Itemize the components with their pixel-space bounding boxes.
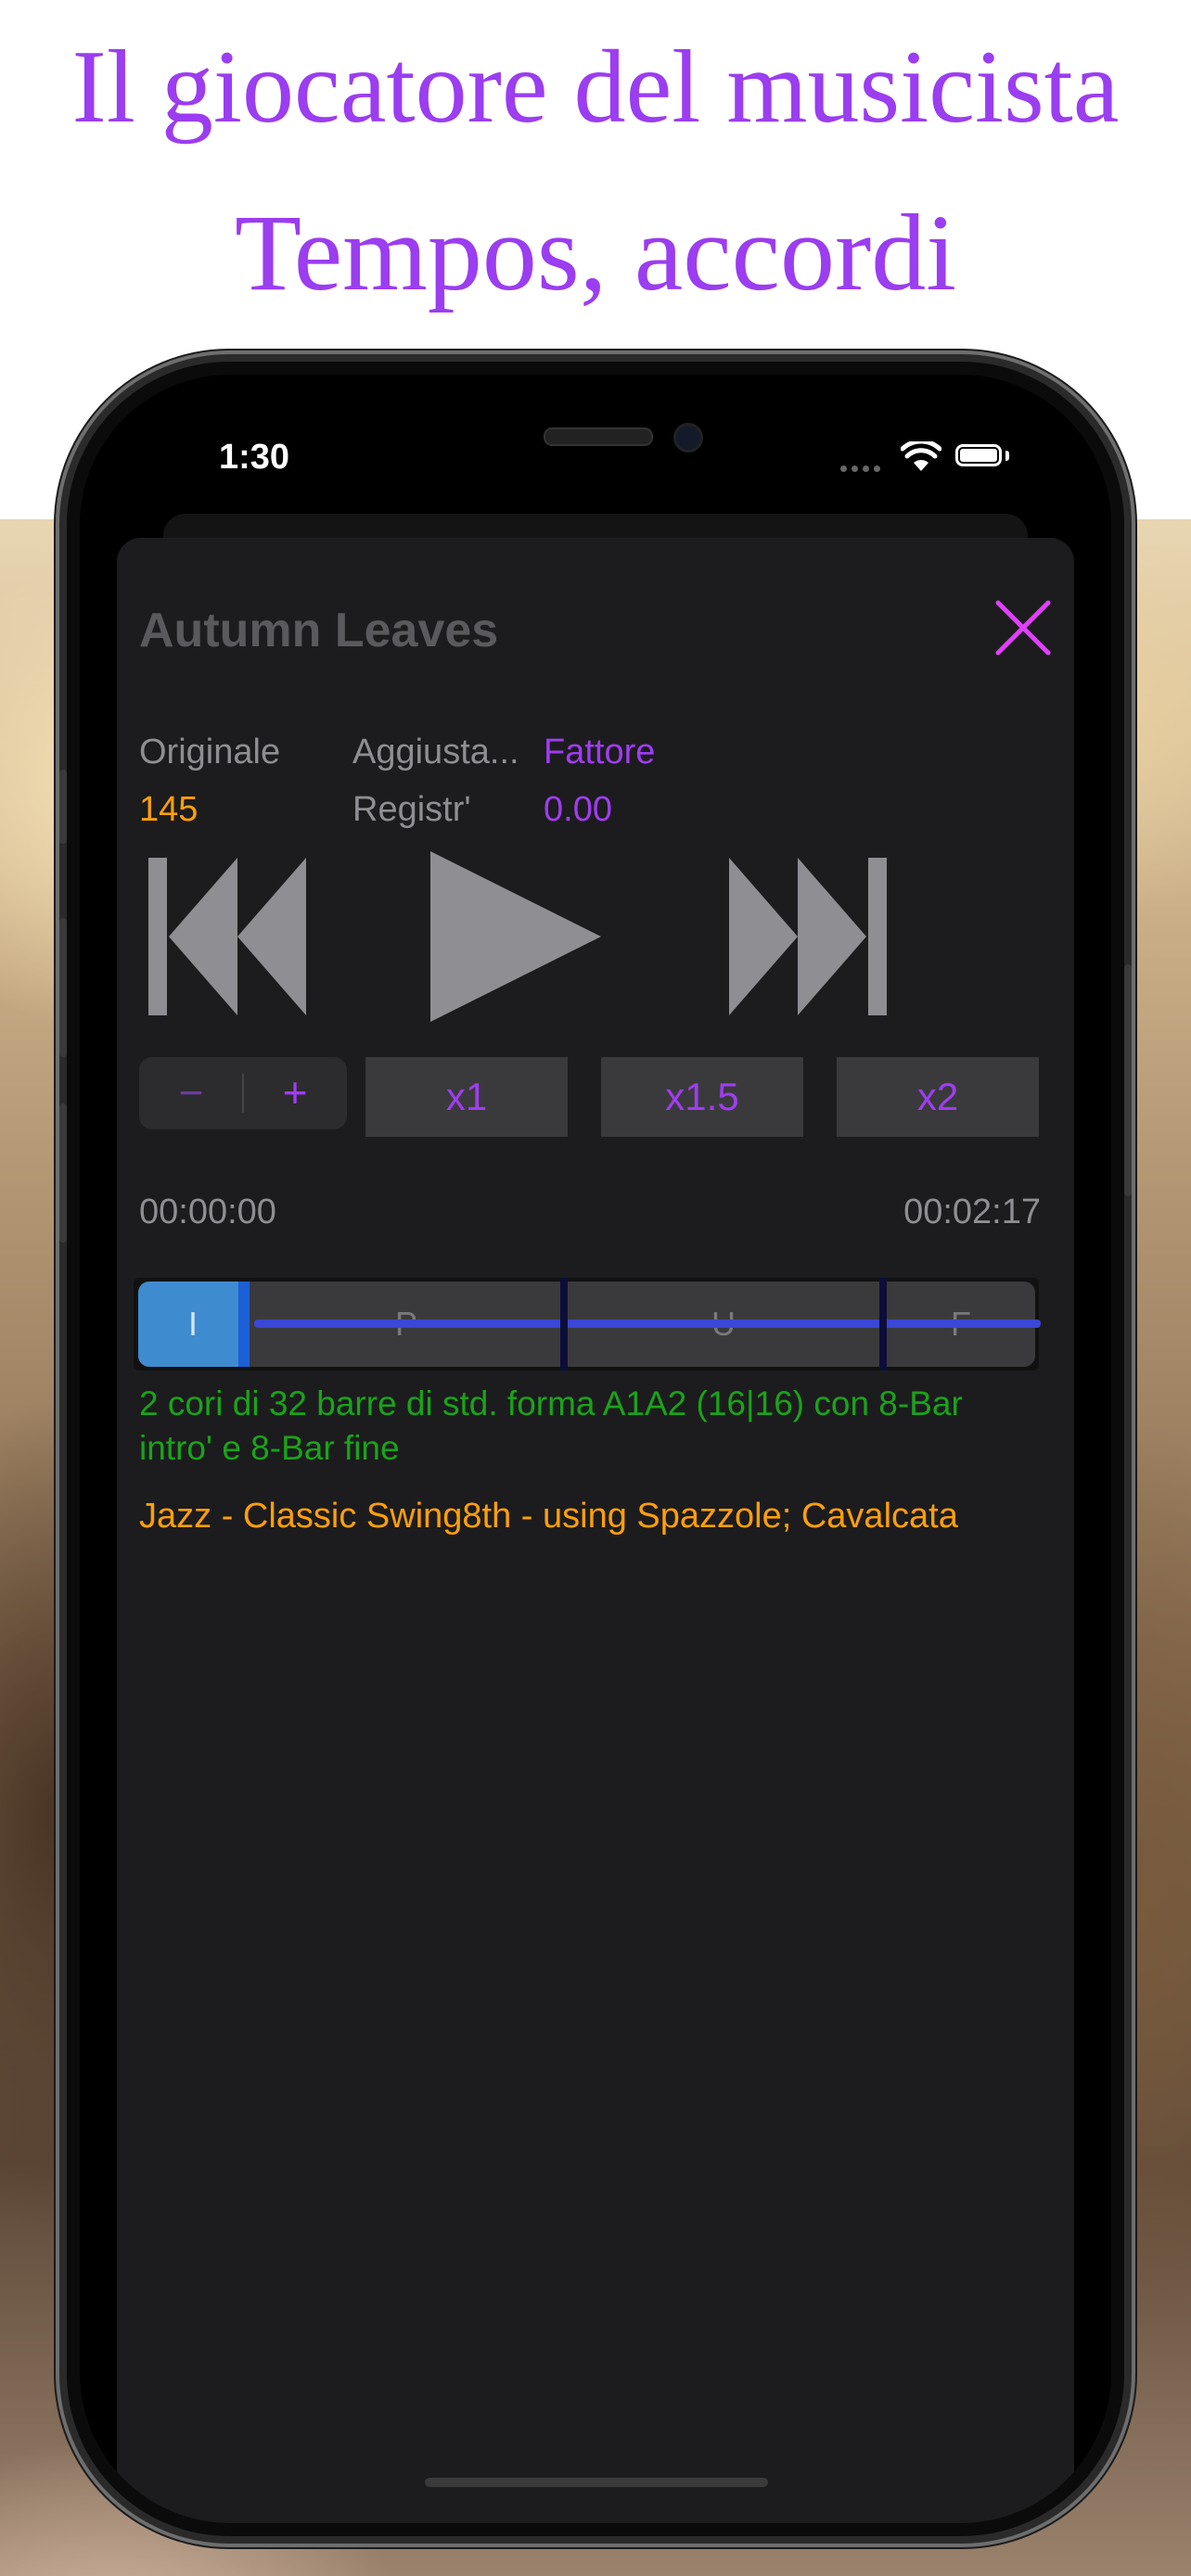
promo-headline: Il giocatore del musicista — [71, 30, 1120, 145]
fast-forward-icon[interactable] — [729, 858, 889, 1015]
speed-x2-button[interactable]: x2 — [837, 1057, 1039, 1137]
timeline-progress-line — [254, 1320, 1041, 1328]
volume-up-button — [59, 918, 67, 1057]
promo-subheadline: Tempos, accordi — [234, 192, 957, 313]
factor-value: 0.00 — [544, 790, 612, 829]
front-camera — [673, 423, 703, 453]
section-divider — [879, 1278, 887, 1371]
playhead-handle[interactable]: I — [138, 1282, 248, 1367]
wifi-icon — [901, 441, 941, 471]
play-icon[interactable] — [430, 851, 603, 1022]
original-tempo-value: 145 — [139, 790, 198, 829]
original-tempo-label: Originale — [139, 733, 281, 772]
status-time: 1:30 — [219, 438, 290, 477]
song-title: Autumn Leaves — [139, 604, 499, 657]
time-total: 00:02:17 — [903, 1192, 1041, 1231]
battery-icon — [955, 444, 1002, 466]
power-button — [1124, 964, 1132, 1196]
song-style-description: Jazz - Classic Swing8th - using Spazzole… — [139, 1497, 958, 1536]
rewind-icon[interactable] — [148, 858, 308, 1015]
signal-dots-icon — [840, 460, 887, 472]
song-form-description: 2 cori di 32 barre di std. forma A1A2 (1… — [139, 1384, 963, 1467]
tempo-stepper: − + — [139, 1057, 347, 1129]
section-label: I — [187, 1305, 198, 1343]
playhead-edge — [238, 1282, 250, 1367]
phone-screen: 1:30 Autumn Leaves Originale 145 Aggiust… — [80, 375, 1111, 2523]
adjust-sublabel: Registr' — [352, 790, 471, 829]
battery-tip — [1005, 451, 1009, 461]
section-timeline[interactable]: P U F I — [134, 1278, 1041, 1371]
player-sheet: Autumn Leaves Originale 145 Aggiusta... … — [117, 538, 1074, 2523]
speed-x1-5-button[interactable]: x1.5 — [601, 1057, 803, 1137]
home-indicator[interactable] — [425, 2478, 768, 2487]
section-divider — [560, 1278, 568, 1371]
tempo-decrease-button[interactable]: − — [139, 1057, 243, 1129]
speaker-grille — [544, 427, 653, 446]
adjust-label: Aggiusta... — [352, 733, 519, 772]
tempo-increase-button[interactable]: + — [243, 1057, 347, 1129]
close-icon[interactable] — [991, 595, 1056, 660]
volume-down-button — [59, 1103, 67, 1243]
time-elapsed: 00:00:00 — [139, 1192, 276, 1231]
speed-x1-button[interactable]: x1 — [365, 1057, 568, 1137]
mute-switch — [59, 770, 67, 844]
factor-label[interactable]: Fattore — [544, 733, 655, 772]
